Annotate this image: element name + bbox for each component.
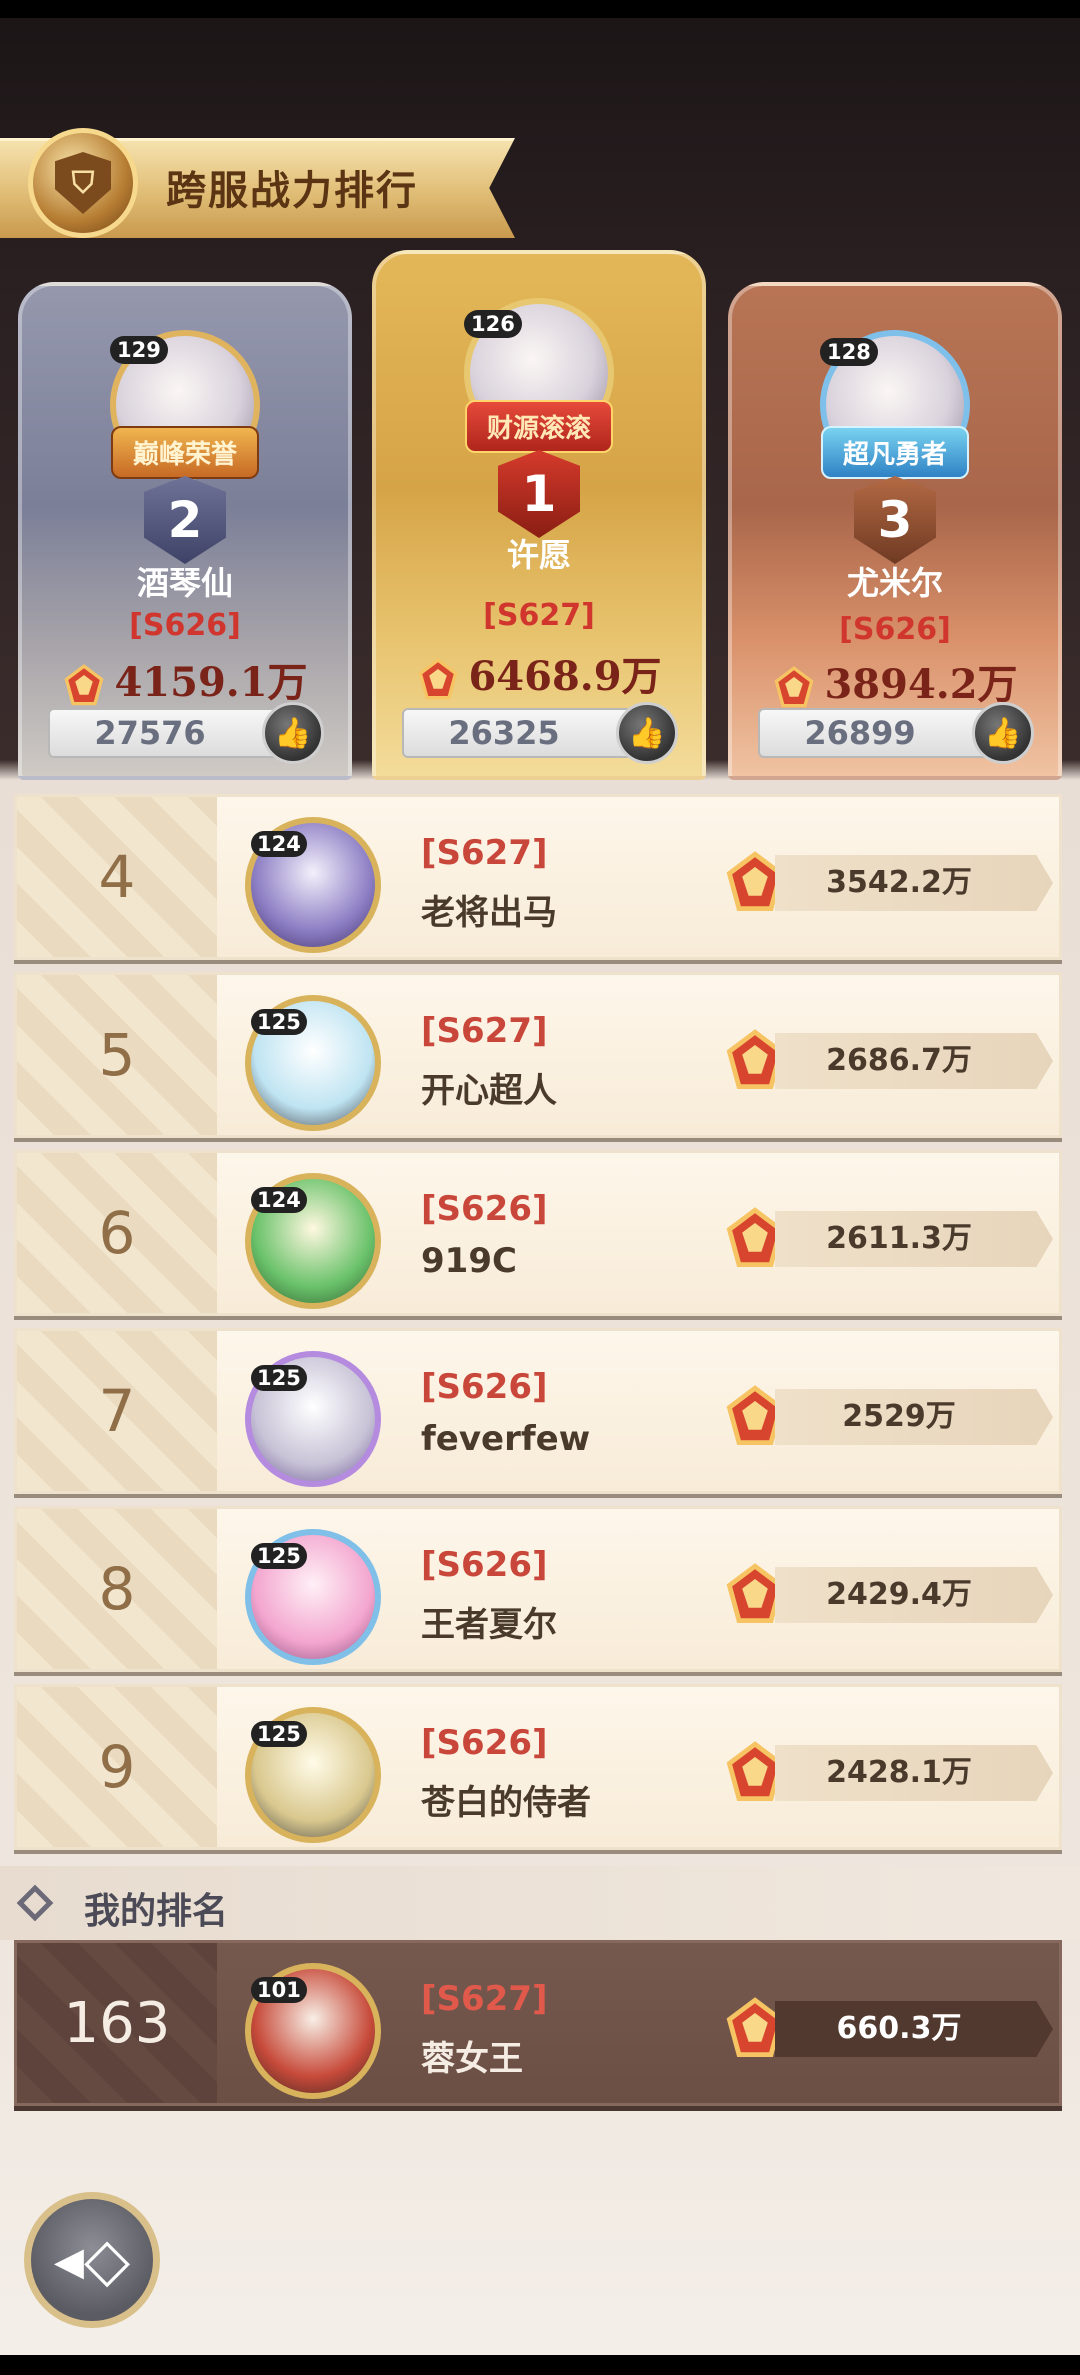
like-count: 27576 [48,708,292,758]
page-title: 跨服战力排行 [166,168,418,214]
rank-badge: 3 [854,476,936,564]
player-name: feverfew [421,1419,591,1459]
power-value: 2686.7万 [775,1033,1053,1089]
like-count: 26325 [402,708,646,758]
honor-title-badge: 财源滚滚 [464,400,614,453]
player-name: 919C [421,1241,517,1281]
power-gem-icon [774,666,814,708]
like-count: 26899 [758,708,1002,758]
avatar[interactable]: 125 [245,1707,381,1843]
power-text: 6468.9万 [468,653,662,700]
rank-number: 9 [17,1687,217,1847]
level-badge: 125 [251,1365,307,1391]
power-value: 2611.3万 [775,1211,1053,1267]
power-text: 3894.2万 [824,661,1018,708]
podium-card-rank-1[interactable]: 126 财源滚滚 1 许愿 [S627] 6468.9万 26325 👍 [372,250,706,780]
my-rank-header: 我的排名 [0,1866,1080,1940]
status-bar [0,0,1080,18]
power-value: 2429.4万 [775,1567,1053,1623]
player-name: 老将出马 [421,893,557,933]
power-value: 2529万 [775,1389,1053,1445]
server-tag: [S627] [421,1979,548,2019]
level-badge: 125 [251,1543,307,1569]
avatar[interactable]: 124 [245,1173,381,1309]
power-value: 2428.1万 [775,1745,1053,1801]
table-row[interactable]: 5 125 [S627] 开心超人 2686.7万 [14,972,1062,1138]
my-rank-label: 我的排名 [84,1891,229,1932]
rank-badge: 2 [144,476,226,564]
avatar[interactable]: 124 [245,817,381,953]
server-tag: [S626] [421,1545,548,1585]
navigation-bar [0,2355,1080,2375]
table-row[interactable]: 4 124 [S627] 老将出马 3542.2万 [14,794,1062,960]
table-row[interactable]: 7 125 [S626] feverfew 2529万 [14,1328,1062,1494]
player-name: 蓉女王 [421,2039,523,2079]
avatar[interactable]: 101 [245,1963,381,2099]
thumbs-up-button[interactable]: 👍 [262,702,324,764]
rank-number: 8 [17,1509,217,1669]
back-arrow-icon: ◂◇ [53,2225,131,2295]
power-value: 6468.9万 [376,644,702,702]
player-name: 王者夏尔 [421,1605,557,1645]
level-badge: 101 [251,1977,307,2003]
power-gem-icon [64,664,104,706]
level-badge: 125 [251,1009,307,1035]
my-rank-row[interactable]: 163 101 [S627] 蓉女王 660.3万 [14,1940,1062,2106]
level-badge: 124 [251,1187,307,1213]
server-tag: [S627] [421,833,548,873]
player-name: 许愿 [506,536,571,574]
table-row[interactable]: 6 124 [S626] 919C 2611.3万 [14,1150,1062,1316]
thumbs-up-icon: 👍 [628,715,666,751]
diamond-icon [16,1884,54,1922]
thumbs-up-icon: 👍 [984,715,1022,751]
rank-number: 4 [17,797,217,957]
table-row[interactable]: 8 125 [S626] 王者夏尔 2429.4万 [14,1506,1062,1672]
leaderboard-shield-icon: ⛉ [28,128,138,238]
server-tag: [S627] [483,598,595,633]
back-button[interactable]: ◂◇ [24,2192,160,2328]
level-badge: 128 [820,338,878,366]
power-value: 4159.1万 [22,650,348,708]
player-name: 开心超人 [421,1071,557,1111]
podium-card-rank-2[interactable]: 129 巅峰荣誉 2 酒琴仙 [S626] 4159.1万 27576 👍 [18,282,352,780]
power-value: 660.3万 [775,2001,1053,2057]
player-name: 酒琴仙 [136,564,233,602]
server-tag: [S627] [421,1011,548,1051]
level-badge: 124 [251,831,307,857]
rank-number: 5 [17,975,217,1135]
server-tag: [S626] [839,612,951,647]
level-badge: 125 [251,1721,307,1747]
power-text: 4159.1万 [114,659,308,706]
avatar[interactable]: 125 [245,995,381,1131]
level-badge: 126 [464,310,522,338]
podium-card-rank-3[interactable]: 128 超凡勇者 3 尤米尔 [S626] 3894.2万 26899 👍 [728,282,1062,780]
level-badge: 129 [110,336,168,364]
player-name: 苍白的侍者 [421,1783,591,1823]
server-tag: [S626] [421,1367,548,1407]
rank-number: 7 [17,1331,217,1491]
honor-title-badge: 超凡勇者 [820,426,970,479]
avatar[interactable]: 125 [245,1351,381,1487]
avatar[interactable]: 125 [245,1529,381,1665]
thumbs-up-button[interactable]: 👍 [972,702,1034,764]
power-value: 3894.2万 [732,652,1058,710]
rank-number: 163 [17,1943,217,2103]
rank-number: 6 [17,1153,217,1313]
server-tag: [S626] [421,1723,548,1763]
rank-badge: 1 [498,450,580,538]
server-tag: [S626] [129,608,241,643]
honor-title-badge: 巅峰荣誉 [110,426,260,479]
power-gem-icon [418,658,458,700]
thumbs-up-button[interactable]: 👍 [616,702,678,764]
player-name: 尤米尔 [846,564,943,602]
server-tag: [S626] [421,1189,548,1229]
power-value: 3542.2万 [775,855,1053,911]
table-row[interactable]: 9 125 [S626] 苍白的侍者 2428.1万 [14,1684,1062,1850]
thumbs-up-icon: 👍 [274,715,312,751]
